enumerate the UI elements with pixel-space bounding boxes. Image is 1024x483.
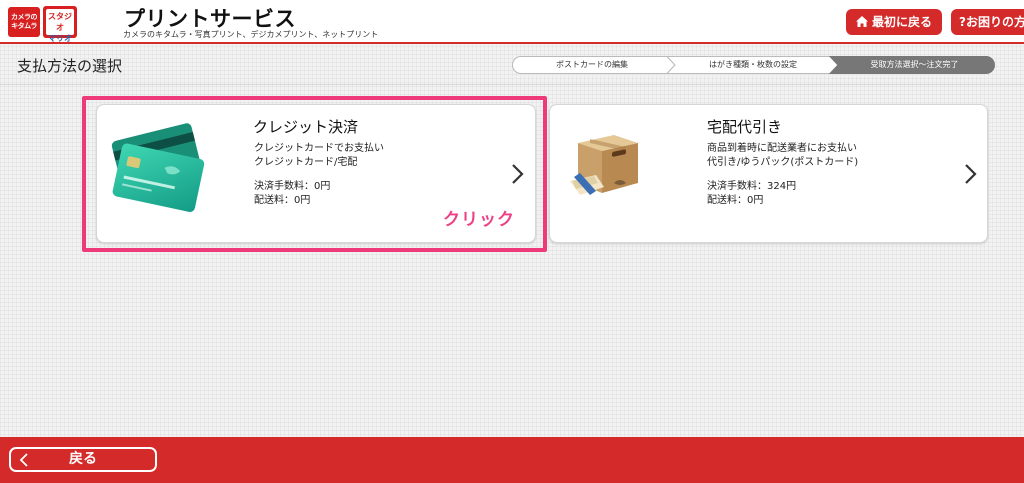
click-annotation: クリック: [443, 210, 515, 230]
back-to-start-button[interactable]: 最初に戻る: [846, 9, 942, 35]
chevron-right-icon: [965, 164, 977, 184]
credit-card-desc-1: クレジットカードでお支払い: [254, 143, 384, 154]
progress-steps: ポストカードの編集 はがき種類・枚数の設定 受取方法選択〜注文完了: [512, 56, 995, 74]
credit-card-title: クレジット決済: [253, 118, 359, 136]
app-header: カメラのキタムラ スタジオ マリオ プリントサービス カメラのキタムラ・写真プリ…: [0, 0, 1024, 44]
credit-card-shipping: 配送料：0円: [254, 195, 311, 206]
package-box-icon: [570, 135, 638, 195]
step-type-quantity: はがき種類・枚数の設定: [709, 60, 797, 69]
credit-card-desc-2: クレジットカード/宅配: [254, 157, 358, 168]
footer-bar: 戻る: [0, 437, 1024, 483]
studio-mario-logo-top: スタジオ: [48, 12, 72, 32]
cash-on-delivery-desc-1: 商品到着時に配送業者にお支払い: [707, 143, 857, 154]
help-label: ?お困りの方: [959, 15, 1024, 29]
cash-on-delivery-shipping: 配送料：0円: [707, 195, 764, 206]
credit-card-option[interactable]: クレジット決済 クレジットカードでお支払い クレジットカード/宅配 決済手数料：…: [96, 104, 536, 243]
page-title: 支払方法の選択: [17, 57, 123, 75]
back-to-start-label: 最初に戻る: [872, 15, 933, 29]
cash-on-delivery-title: 宅配代引き: [707, 118, 783, 136]
app-subtitle: カメラのキタムラ・写真プリント、デジカメプリント、ネットプリント: [123, 30, 379, 39]
step-receive-method: 受取方法選択〜注文完了: [870, 60, 959, 69]
studio-mario-logo[interactable]: スタジオ マリオ: [43, 6, 77, 43]
kitamura-logo[interactable]: カメラのキタムラ: [8, 7, 40, 37]
header-divider: [0, 84, 1024, 85]
cash-on-delivery-fee: 決済手数料：324円: [707, 181, 797, 192]
back-button[interactable]: 戻る: [9, 447, 157, 472]
credit-card-icon: [111, 123, 205, 212]
step-edit-postcard: ポストカードの編集: [556, 60, 628, 69]
studio-mario-logo-bottom: マリオ: [48, 34, 72, 43]
kitamura-logo-text: カメラのキタムラ: [11, 13, 38, 30]
credit-card-fee: 決済手数料：0円: [254, 181, 331, 192]
cash-on-delivery-option[interactable]: 宅配代引き 商品到着時に配送業者にお支払い 代引き/ゆうパック(ポストカード) …: [549, 104, 988, 243]
cash-on-delivery-desc-2: 代引き/ゆうパック(ポストカード): [707, 157, 859, 168]
chevron-right-icon: [512, 164, 524, 184]
help-button[interactable]: ?お困りの方: [951, 9, 1024, 35]
back-label: 戻る: [69, 451, 97, 467]
home-icon: [856, 16, 868, 27]
